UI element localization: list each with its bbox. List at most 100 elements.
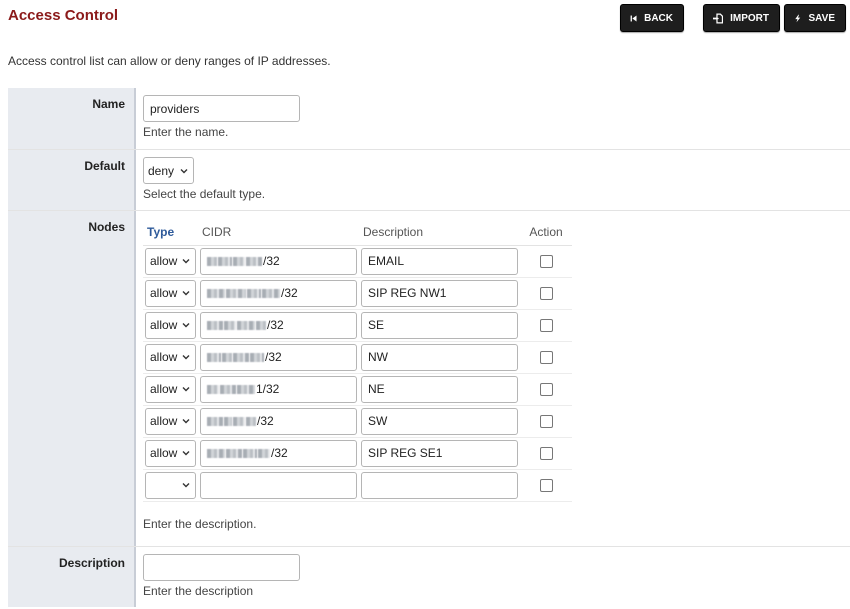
node-description-input[interactable] <box>361 247 518 275</box>
node-action-checkbox[interactable] <box>539 383 553 397</box>
node-cidr-input[interactable]: /32 <box>200 279 357 307</box>
chevron-down-icon <box>182 291 190 296</box>
node-description-cell <box>359 341 520 374</box>
redacted-ip-segment <box>233 352 249 362</box>
nodes-hint: Enter the description. <box>143 516 257 531</box>
redacted-ip-segment <box>246 416 256 426</box>
node-type-cell: allow <box>143 437 198 470</box>
redacted-ip-segment <box>207 320 223 330</box>
node-description-cell <box>359 245 520 278</box>
node-type-cell: allow <box>143 245 198 278</box>
node-cidr-suffix: /32 <box>257 414 274 428</box>
column-header-type[interactable]: Type <box>143 219 198 246</box>
node-description-cell <box>359 437 520 470</box>
description-input[interactable] <box>143 554 300 581</box>
node-row: allow/32 <box>143 437 572 470</box>
redacted-ip-segment <box>233 416 245 426</box>
node-action-checkbox[interactable] <box>539 287 553 301</box>
node-type-value: allow <box>150 382 178 396</box>
back-button[interactable]: BACK <box>620 4 684 32</box>
node-description-input[interactable] <box>361 471 518 499</box>
node-action-checkbox[interactable] <box>539 479 553 493</box>
name-input[interactable] <box>143 95 300 122</box>
redacted-ip-segment <box>256 320 266 330</box>
chevron-down-icon <box>182 387 190 392</box>
node-cidr-input[interactable]: /32 <box>200 439 357 467</box>
node-type-select[interactable] <box>145 471 196 499</box>
node-cidr-input[interactable]: /32 <box>200 247 357 275</box>
node-action-checkbox[interactable] <box>539 415 553 429</box>
node-row: allow/32 <box>143 277 572 310</box>
node-action-checkbox[interactable] <box>539 447 553 461</box>
redacted-ip-segment <box>207 256 217 266</box>
node-cidr-cell <box>198 469 359 502</box>
node-action-cell <box>520 405 572 438</box>
column-header-cidr[interactable]: CIDR <box>198 219 359 246</box>
node-action-checkbox[interactable] <box>539 351 553 365</box>
node-action-checkbox[interactable] <box>539 255 553 269</box>
description-hint: Enter the description <box>143 584 254 598</box>
import-button-label: IMPORT <box>730 12 769 24</box>
node-cidr-input[interactable]: /32 <box>200 311 357 339</box>
node-type-select[interactable]: allow <box>145 279 196 307</box>
node-type-cell: allow <box>143 341 198 374</box>
redacted-ip-segment <box>207 352 221 362</box>
node-cidr-suffix: /32 <box>265 350 282 364</box>
node-type-value: allow <box>150 414 178 428</box>
node-type-cell <box>143 469 198 502</box>
back-button-label: BACK <box>644 12 673 24</box>
redacted-ip-segment <box>262 288 280 298</box>
node-description-input[interactable] <box>361 375 518 403</box>
node-description-input[interactable] <box>361 407 518 435</box>
name-label: Name <box>8 88 136 149</box>
description-field-cell: Enter the description <box>136 547 850 607</box>
default-select-value: deny <box>148 163 175 178</box>
node-action-cell <box>520 469 572 502</box>
column-header-description[interactable]: Description <box>359 219 520 246</box>
node-action-checkbox[interactable] <box>539 319 553 333</box>
redacted-ip-segment <box>226 448 242 458</box>
node-cidr-input[interactable] <box>200 471 357 499</box>
node-type-value: allow <box>150 254 178 268</box>
redacted-ip-segment <box>207 416 223 426</box>
redacted-ip-segment <box>233 256 245 266</box>
redacted-ip-segment <box>237 320 255 330</box>
node-type-select[interactable]: allow <box>145 439 196 467</box>
default-field-cell: deny Select the default type. <box>136 150 850 210</box>
redacted-ip-segment <box>207 448 225 458</box>
node-description-input[interactable] <box>361 311 518 339</box>
node-type-select[interactable]: allow <box>145 375 196 403</box>
node-type-select[interactable]: allow <box>145 343 196 371</box>
node-row <box>143 469 572 502</box>
save-button[interactable]: SAVE <box>784 4 846 32</box>
redacted-ip-segment <box>218 256 232 266</box>
node-type-select[interactable]: allow <box>145 247 196 275</box>
node-action-cell <box>520 245 572 278</box>
redacted-ip-segment <box>246 256 262 266</box>
node-cidr-input[interactable]: 1/32 <box>200 375 357 403</box>
node-type-select[interactable]: allow <box>145 407 196 435</box>
redacted-ip-segment <box>207 288 225 298</box>
toolbar: BACK IMPORT SAVE <box>620 4 846 32</box>
node-cidr-input[interactable]: /32 <box>200 407 357 435</box>
node-cidr-cell: /32 <box>198 405 359 438</box>
page-title: Access Control <box>8 7 119 24</box>
nodes-table: Type CIDR Description Action allow/32all… <box>143 219 572 502</box>
redacted-ip-segment <box>243 448 257 458</box>
node-cidr-cell: /32 <box>198 341 359 374</box>
node-type-value: allow <box>150 318 178 332</box>
node-type-select[interactable]: allow <box>145 311 196 339</box>
node-description-input[interactable] <box>361 279 518 307</box>
nodes-row: Nodes Type CIDR Description Action allow… <box>8 210 850 546</box>
node-cidr-input[interactable]: /32 <box>200 343 357 371</box>
nodes-field-cell: Type CIDR Description Action allow/32all… <box>136 211 850 546</box>
default-select[interactable]: deny <box>143 157 194 184</box>
node-cidr-cell: /32 <box>198 245 359 278</box>
node-description-cell <box>359 277 520 310</box>
node-description-input[interactable] <box>361 439 518 467</box>
chevron-down-icon <box>182 323 190 328</box>
import-button[interactable]: IMPORT <box>703 4 780 32</box>
nodes-table-body: allow/32allow/32allow/32allow/32allow1/3… <box>143 245 572 502</box>
default-hint: Select the default type. <box>143 187 266 201</box>
node-description-input[interactable] <box>361 343 518 371</box>
